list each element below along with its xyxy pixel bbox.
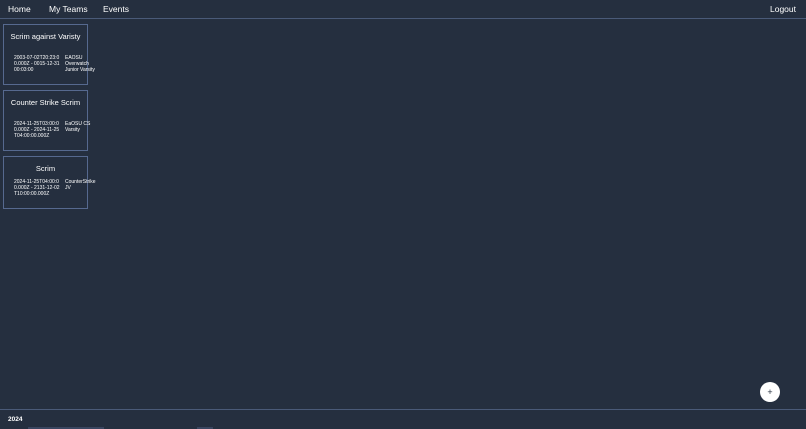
event-title: Scrim against Varisty [10, 32, 81, 41]
footer: 2024 [0, 409, 806, 429]
event-date-range: 2024-11-25T04:00:00.000Z - 2131-12-02T10… [14, 179, 60, 197]
event-card[interactable]: Scrim against Varisty 2003-07-02T20:23:0… [3, 24, 95, 85]
nav-events-link[interactable]: Events [103, 4, 129, 14]
event-team: EAOSU Overwatch Junior Varsity [65, 55, 95, 73]
nav-my-teams-link[interactable]: My Teams [49, 4, 88, 14]
nav-home-link[interactable]: Home [8, 4, 31, 14]
event-title: Scrim [35, 164, 56, 173]
logout-link[interactable]: Logout [770, 4, 796, 14]
event-card[interactable]: Counter Strike Scrim 2024-11-25T03:00:00… [3, 90, 90, 151]
event-date-range: 2003-07-02T20:23:00.000Z - 0015-12-31 00… [14, 55, 60, 73]
top-navbar: Home My Teams Events Logout [0, 0, 806, 19]
footer-year: 2024 [8, 416, 23, 423]
event-title: Counter Strike Scrim [10, 98, 81, 107]
event-date-range: 2024-11-25T03:00:00.000Z - 2024-11-25T04… [14, 121, 60, 139]
event-card[interactable]: Scrim 2024-11-25T04:00:00.000Z - 2131-12… [3, 156, 96, 209]
event-team: CounterStrike JV [65, 179, 96, 191]
event-team: EaOSU CS Varsity [65, 121, 91, 133]
add-event-button[interactable]: + [760, 382, 780, 402]
